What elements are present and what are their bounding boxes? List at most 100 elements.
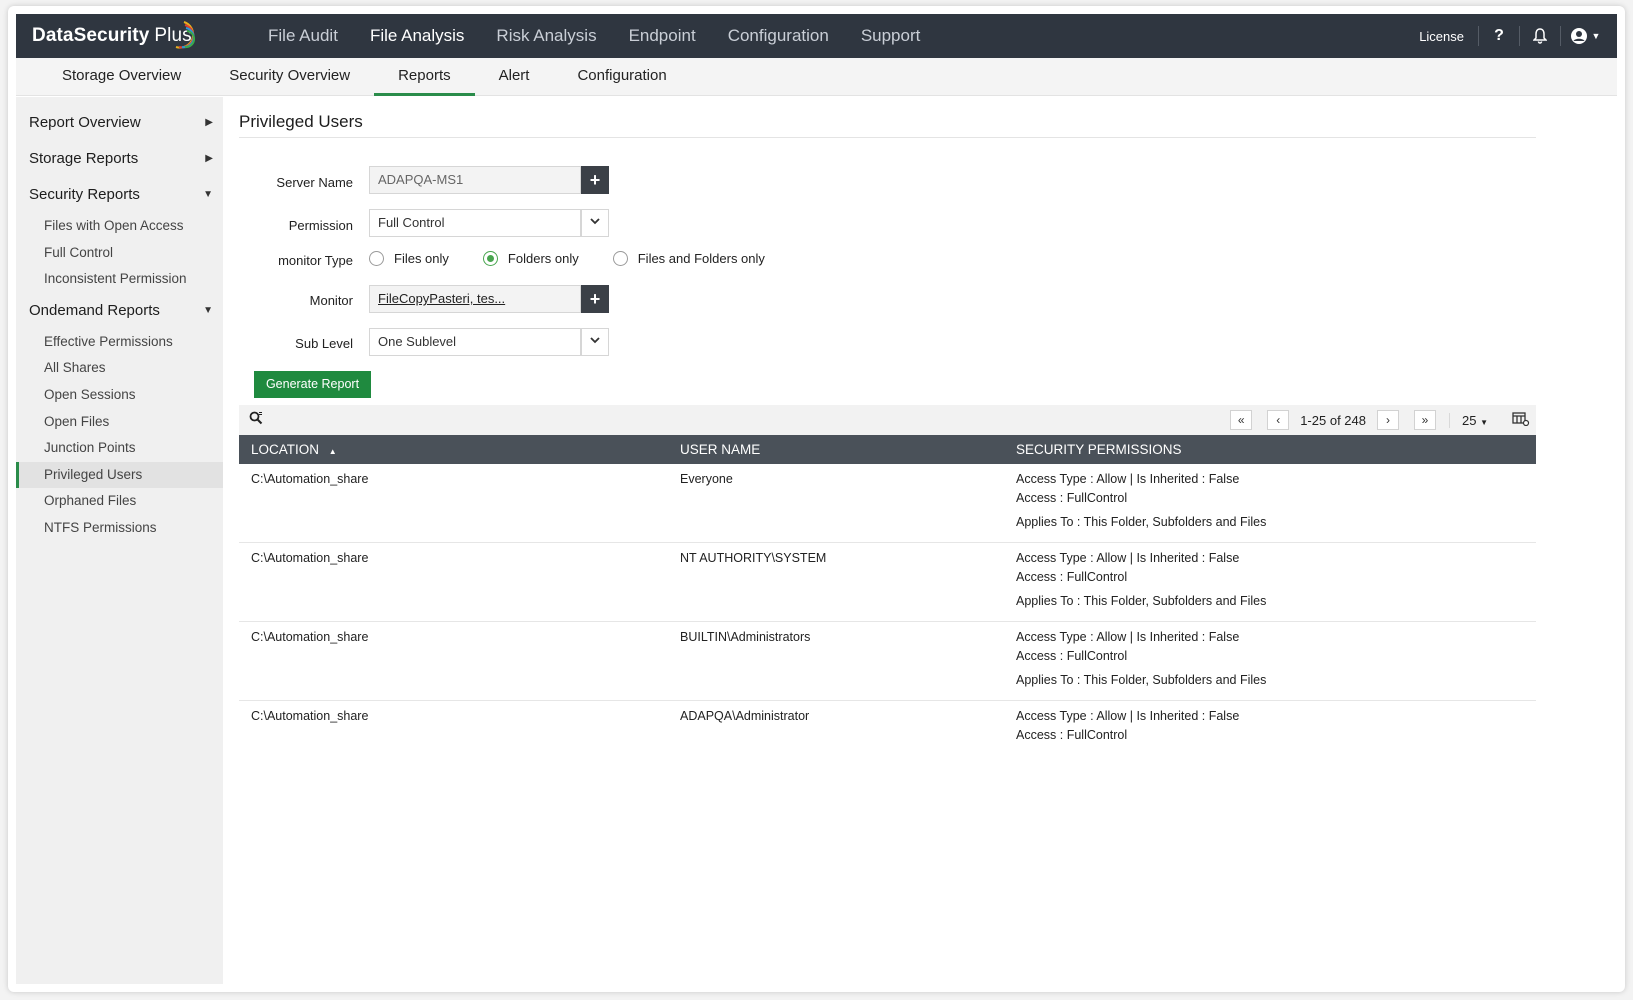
tab-configuration[interactable]: Configuration xyxy=(553,58,690,95)
permission-select[interactable]: Full Control xyxy=(369,209,581,237)
cell-user-name: NT AUTHORITY\SYSTEM xyxy=(680,551,827,565)
sidebar-group-label: Storage Reports xyxy=(29,150,139,167)
add-server-button[interactable]: + xyxy=(581,166,609,194)
app: DataSecurity Plus File Audit File Analysi… xyxy=(16,14,1617,984)
top-nav-support[interactable]: Support xyxy=(845,14,937,58)
table-row[interactable]: C:\Automation_share NT AUTHORITY\SYSTEM Ac… xyxy=(239,543,1536,622)
cell-location: C:\Automation_share xyxy=(251,630,369,644)
cell-location: C:\Automation_share xyxy=(251,551,369,565)
monitor-type-label: monitor Type xyxy=(278,253,353,268)
bell-icon[interactable] xyxy=(1520,14,1560,58)
sidebar-item-inconsistent-permission[interactable]: Inconsistent Permission xyxy=(16,266,223,293)
radio-files-and-folders-only[interactable]: Files and Folders only xyxy=(612,251,765,266)
sub-level-label: Sub Level xyxy=(295,336,353,351)
server-name-field[interactable]: ADAPQA-MS1 xyxy=(369,166,581,194)
sidebar-item-effective-permissions[interactable]: Effective Permissions xyxy=(16,329,223,356)
user-avatar-icon[interactable]: ▼ xyxy=(1561,14,1609,58)
access-type-label: Access Type : xyxy=(1016,709,1094,723)
column-header-location[interactable]: LOCATION ▲ xyxy=(251,435,337,466)
sidebar-item-files-with-open-access[interactable]: Files with Open Access xyxy=(16,213,223,240)
radio-label: Folders only xyxy=(507,251,579,266)
window-frame: DataSecurity Plus File Audit File Analysi… xyxy=(8,6,1625,992)
access-type-line: Access Type : Allow | Is Inherited : Fal… xyxy=(1016,707,1239,726)
column-header-security-permissions[interactable]: SECURITY PERMISSIONS xyxy=(1016,435,1182,464)
sidebar-group-ondemand-reports[interactable]: Ondemand Reports ▼ xyxy=(16,293,223,329)
column-chooser-icon[interactable] xyxy=(1506,411,1536,429)
prev-page-icon[interactable]: ‹ xyxy=(1267,410,1290,430)
access-type-line: Access Type : Allow | Is Inherited : Fal… xyxy=(1016,549,1266,568)
top-bar: DataSecurity Plus File Audit File Analysi… xyxy=(16,14,1617,58)
sidebar-group-label: Report Overview xyxy=(29,114,141,131)
top-nav-risk-analysis[interactable]: Risk Analysis xyxy=(480,14,612,58)
table-row[interactable]: C:\Automation_share BUILTIN\Administrator… xyxy=(239,622,1536,701)
sidebar-item-all-shares[interactable]: All Shares xyxy=(16,355,223,382)
next-page-icon[interactable]: › xyxy=(1376,410,1399,430)
brand-name: DataSecurity xyxy=(32,25,150,46)
sidebar-item-full-control[interactable]: Full Control xyxy=(16,240,223,267)
table-row[interactable]: C:\Automation_share ADAPQA\Administrator A… xyxy=(239,701,1536,780)
radio-files-only[interactable]: Files only xyxy=(369,251,449,266)
radio-folders-only[interactable]: Folders only xyxy=(482,251,579,266)
cell-location: C:\Automation_share xyxy=(251,709,369,723)
table-row[interactable]: C:\Automation_share Everyone Access Type :… xyxy=(239,464,1536,543)
access-line: Access : FullControl xyxy=(1016,490,1128,505)
tab-alert[interactable]: Alert xyxy=(475,58,554,95)
divider xyxy=(239,137,1536,138)
main-content: Privileged Users Server Name ADAPQA-MS1 … xyxy=(239,97,1617,984)
top-nav-configuration[interactable]: Configuration xyxy=(712,14,845,58)
page-size-value: 25 xyxy=(1461,412,1477,428)
grid-header: LOCATION ▲ USER NAME SECURITY PERMISSION… xyxy=(239,435,1536,464)
sidebar-group-storage-reports[interactable]: Storage Reports ▶ xyxy=(16,141,223,177)
chevron-down-icon[interactable] xyxy=(581,209,609,237)
tab-security-overview[interactable]: Security Overview xyxy=(205,58,374,95)
sidebar-item-orphaned-files[interactable]: Orphaned Files xyxy=(16,488,223,515)
sort-asc-icon: ▲ xyxy=(328,447,337,456)
radio-label: Files and Folders only xyxy=(637,251,765,266)
sidebar-item-junction-points[interactable]: Junction Points xyxy=(16,435,223,462)
page-size-select[interactable]: 25 ▼ xyxy=(1448,412,1500,428)
page-title: Privileged Users xyxy=(239,112,363,131)
page-info: 1-25 of 248 xyxy=(1300,412,1366,428)
generate-report-button[interactable]: Generate Report xyxy=(254,371,371,398)
caret-down-icon: ▼ xyxy=(203,189,213,200)
first-page-icon[interactable]: « xyxy=(1230,410,1253,430)
applies-to-line: Applies To : This Folder, Subfolders and… xyxy=(1016,594,1267,608)
sidebar: Report Overview ▶ Storage Reports ▶ Security… xyxy=(16,97,223,984)
column-header-user-name[interactable]: USER NAME xyxy=(680,435,760,464)
sidebar-item-open-sessions[interactable]: Open Sessions xyxy=(16,382,223,409)
access-type-line: Access Type : Allow | Is Inherited : Fal… xyxy=(1016,470,1266,489)
top-nav-endpoint[interactable]: Endpoint xyxy=(613,14,712,58)
sidebar-item-ntfs-permissions[interactable]: NTFS Permissions xyxy=(16,515,223,542)
radio-circle-icon xyxy=(482,251,498,266)
help-icon[interactable]: ? xyxy=(1479,14,1519,58)
radio-circle-icon xyxy=(369,251,384,266)
sidebar-group-security-reports[interactable]: Security Reports ▼ xyxy=(16,177,223,213)
chevron-down-icon[interactable] xyxy=(581,328,609,356)
caret-right-icon: ▶ xyxy=(205,117,213,128)
caret-down-icon: ▼ xyxy=(203,304,213,316)
access-type-value: Allow | Is Inherited : False xyxy=(1093,551,1240,565)
applies-to-line: Applies To : This Folder, Subfolders and… xyxy=(1016,673,1267,687)
access-type-value: Allow | Is Inherited : False xyxy=(1093,709,1240,723)
access-line: Access : FullControl xyxy=(1016,569,1128,584)
tab-reports[interactable]: Reports xyxy=(374,58,475,96)
permission-label: Permission xyxy=(288,218,353,233)
monitor-field[interactable]: FileCopyPasteri, tes... xyxy=(369,285,581,313)
access-type-label: Access Type : xyxy=(1016,630,1094,644)
tab-storage-overview[interactable]: Storage Overview xyxy=(38,58,205,95)
sidebar-group-label: Ondemand Reports xyxy=(29,301,160,319)
last-page-icon[interactable]: » xyxy=(1413,410,1436,430)
pagination: « ‹ 1-25 of 248 › » 25 ▼ xyxy=(1225,405,1536,435)
top-nav-file-analysis[interactable]: File Analysis xyxy=(354,14,480,58)
add-monitor-button[interactable]: + xyxy=(581,285,609,313)
sidebar-item-privileged-users[interactable]: Privileged Users xyxy=(16,461,223,489)
grid-toolbar: « ‹ 1-25 of 248 › » 25 ▼ xyxy=(239,405,1536,435)
license-link[interactable]: License xyxy=(1405,29,1478,44)
search-icon[interactable] xyxy=(249,411,263,428)
radio-label: Files only xyxy=(394,251,449,266)
sidebar-item-open-files[interactable]: Open Files xyxy=(16,409,223,436)
top-nav-file-audit[interactable]: File Audit xyxy=(252,14,354,58)
sub-level-select[interactable]: One Sublevel xyxy=(369,328,581,356)
sidebar-group-report-overview[interactable]: Report Overview ▶ xyxy=(16,105,223,141)
